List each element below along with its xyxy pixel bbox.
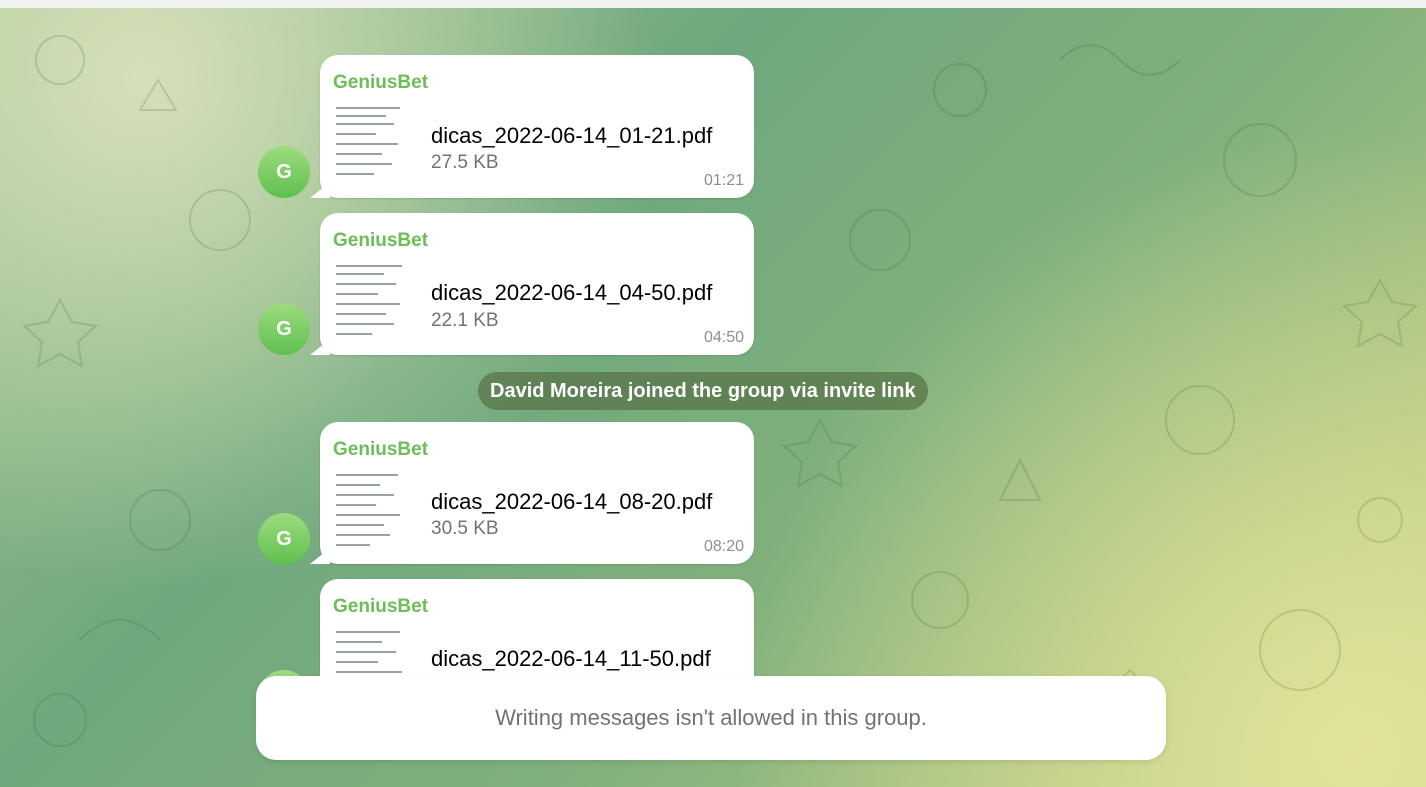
sender-name[interactable]: GeniusBet <box>333 439 428 461</box>
composer-restricted-notice: Writing messages isn't allowed in this g… <box>256 676 1166 760</box>
pdf-thumbnail[interactable] <box>334 470 412 554</box>
sender-avatar[interactable]: G <box>258 146 310 198</box>
message-time: 04:50 <box>703 329 744 346</box>
message-time: 08:20 <box>703 538 744 555</box>
file-name[interactable]: dicas_2022-06-14_08-20.pdf <box>431 489 712 515</box>
sender-name[interactable]: GeniusBet <box>333 72 428 94</box>
sender-name[interactable]: GeniusBet <box>333 596 428 618</box>
file-message[interactable]: GeniusBet dicas_2022-06-14_08-20.pdf 30.… <box>320 422 754 564</box>
file-size: 30.5 KB <box>431 518 499 539</box>
pdf-thumbnail[interactable] <box>334 261 412 345</box>
sender-avatar[interactable]: G <box>258 303 310 355</box>
file-name[interactable]: dicas_2022-06-14_04-50.pdf <box>431 280 712 306</box>
top-header-strip <box>0 0 1426 8</box>
composer-notice-text: Writing messages isn't allowed in this g… <box>495 705 927 730</box>
sender-avatar[interactable]: G <box>258 513 310 565</box>
file-size: 27.5 KB <box>431 152 499 173</box>
message-time: 01:21 <box>703 172 744 189</box>
file-name[interactable]: dicas_2022-06-14_11-50.pdf <box>431 646 711 672</box>
file-name[interactable]: dicas_2022-06-14_01-21.pdf <box>431 123 712 149</box>
sender-name[interactable]: GeniusBet <box>333 230 428 252</box>
file-message[interactable]: GeniusBet dicas_2022-06-14_04-50.pdf 22.… <box>320 213 754 355</box>
pdf-thumbnail[interactable] <box>334 103 412 187</box>
service-message: David Moreira joined the group via invit… <box>478 372 928 410</box>
file-size: 22.1 KB <box>431 310 499 331</box>
file-message[interactable]: GeniusBet dicas_2022-06-14_01-21.pdf 27.… <box>320 55 754 198</box>
